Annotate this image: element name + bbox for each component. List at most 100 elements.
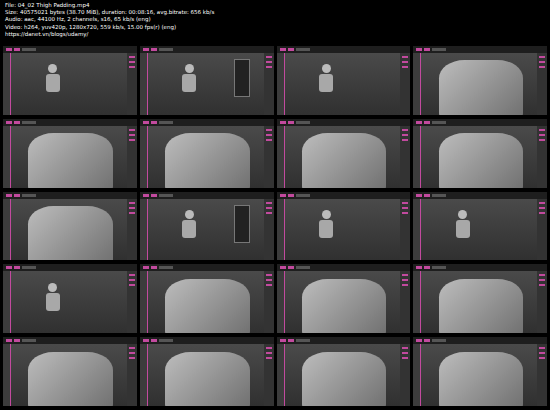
model-figure [456, 210, 470, 238]
video-frame [140, 337, 274, 406]
toolbar [3, 264, 137, 271]
side-toolbar [140, 344, 148, 406]
toolbar [3, 46, 137, 53]
toolbar [413, 337, 547, 344]
side-panel [537, 53, 547, 115]
toolbar [277, 192, 411, 199]
viewport [148, 199, 264, 261]
viewport [11, 344, 127, 406]
side-toolbar [413, 271, 421, 333]
model-closeup [28, 352, 113, 406]
side-panel [400, 271, 410, 333]
video-frame [3, 46, 137, 115]
side-toolbar [3, 126, 11, 188]
side-panel [127, 53, 137, 115]
side-toolbar [277, 126, 285, 188]
video-frame [277, 264, 411, 333]
model-closeup [165, 352, 250, 406]
side-panel [400, 126, 410, 188]
side-toolbar [3, 199, 11, 261]
viewport [148, 271, 264, 333]
model-closeup [28, 206, 113, 260]
popup-menu [234, 59, 250, 97]
popup-menu [234, 205, 250, 243]
side-toolbar [277, 199, 285, 261]
model-closeup [28, 133, 113, 187]
thumbnail-grid [3, 46, 547, 408]
viewport [285, 344, 401, 406]
toolbar [140, 337, 274, 344]
info-line: Audio: aac, 44100 Hz, 2 channels, s16, 6… [5, 16, 547, 23]
model-closeup [302, 279, 387, 333]
model-figure [319, 210, 333, 238]
side-toolbar [413, 344, 421, 406]
video-frame [277, 119, 411, 188]
side-toolbar [277, 344, 285, 406]
video-frame [3, 192, 137, 261]
side-toolbar [413, 126, 421, 188]
video-frame [413, 46, 547, 115]
side-panel [264, 199, 274, 261]
video-frame [277, 46, 411, 115]
video-frame [140, 46, 274, 115]
toolbar [140, 264, 274, 271]
viewport [285, 199, 401, 261]
video-frame [413, 119, 547, 188]
viewport [11, 126, 127, 188]
model-closeup [439, 279, 524, 333]
side-panel [264, 271, 274, 333]
model-closeup [439, 352, 524, 406]
toolbar [140, 192, 274, 199]
model-figure [182, 210, 196, 238]
toolbar [3, 337, 137, 344]
viewport [148, 53, 264, 115]
viewport [148, 344, 264, 406]
video-frame [140, 119, 274, 188]
video-frame [413, 264, 547, 333]
side-toolbar [140, 53, 148, 115]
viewport [285, 53, 401, 115]
side-toolbar [140, 126, 148, 188]
info-line: https://danet.vn/blogs/udamy/ [5, 31, 547, 38]
model-closeup [439, 60, 524, 114]
side-panel [264, 126, 274, 188]
side-panel [264, 344, 274, 406]
side-panel [537, 344, 547, 406]
toolbar [140, 119, 274, 126]
toolbar [413, 119, 547, 126]
model-closeup [302, 133, 387, 187]
side-panel [127, 126, 137, 188]
side-panel [400, 199, 410, 261]
side-panel [537, 126, 547, 188]
viewport [421, 271, 537, 333]
side-toolbar [277, 53, 285, 115]
toolbar [277, 337, 411, 344]
info-line: File: 04_02 Thigh Padding.mp4 [5, 2, 547, 9]
toolbar [3, 119, 137, 126]
viewport [421, 344, 537, 406]
model-figure [182, 64, 196, 92]
side-panel [537, 199, 547, 261]
toolbar [277, 119, 411, 126]
video-frame [3, 337, 137, 406]
model-closeup [439, 133, 524, 187]
model-closeup [165, 133, 250, 187]
side-panel [127, 271, 137, 333]
viewport [148, 126, 264, 188]
side-panel [400, 344, 410, 406]
toolbar [277, 264, 411, 271]
side-toolbar [413, 53, 421, 115]
viewport [11, 271, 127, 333]
viewport [285, 126, 401, 188]
video-frame [413, 192, 547, 261]
info-line: Size: 40575021 bytes (38.70 MiB), durati… [5, 9, 547, 16]
model-closeup [302, 352, 387, 406]
side-toolbar [140, 199, 148, 261]
video-frame [3, 264, 137, 333]
side-panel [127, 344, 137, 406]
side-toolbar [277, 271, 285, 333]
contact-sheet: File: 04_02 Thigh Padding.mp4Size: 40575… [0, 0, 550, 410]
viewport [421, 126, 537, 188]
side-toolbar [140, 271, 148, 333]
video-frame [277, 337, 411, 406]
